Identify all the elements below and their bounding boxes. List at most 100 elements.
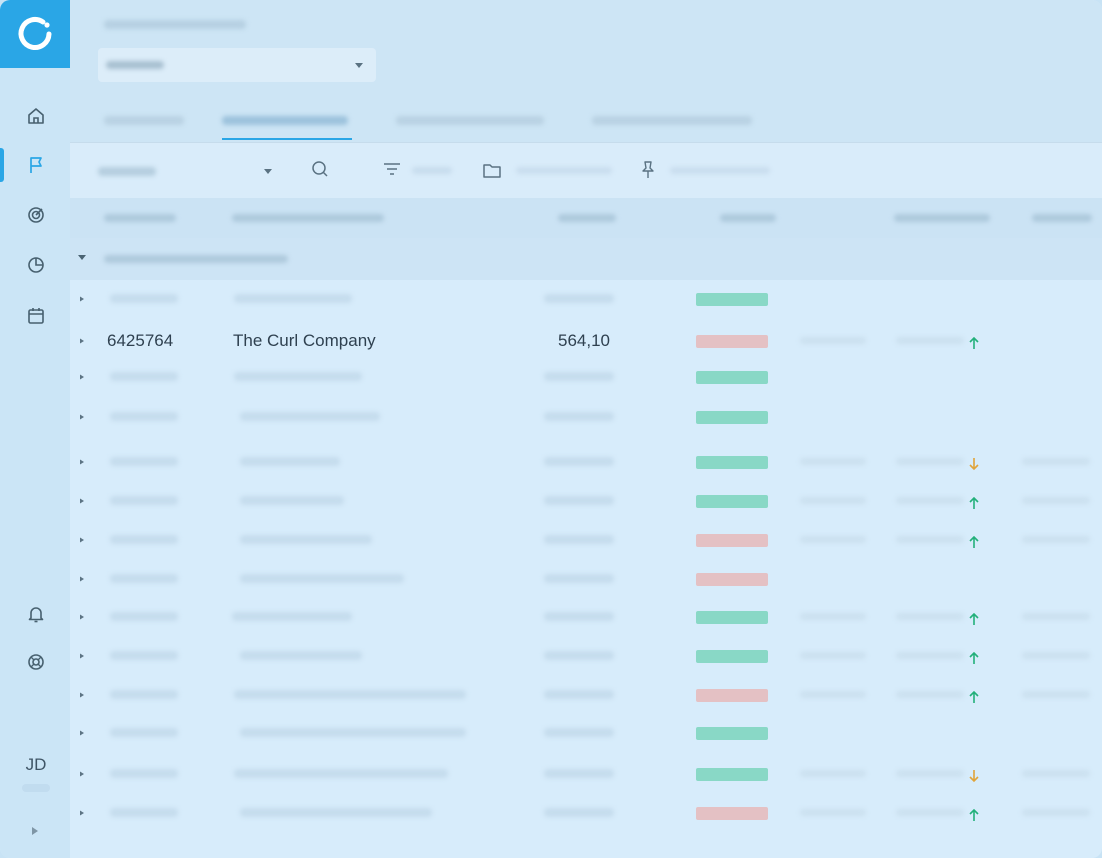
column-header[interactable] [104,214,176,222]
expand-row-icon[interactable] [79,497,85,505]
expand-row-icon[interactable] [79,770,85,778]
table-row[interactable] [70,280,1102,316]
row-name-placeholder [234,294,352,303]
expand-row-icon[interactable] [79,691,85,699]
page-title [104,20,246,29]
status-bar [696,495,768,508]
view-selector[interactable] [98,48,376,82]
expand-sidebar-button[interactable] [30,826,40,836]
tab-1[interactable] [104,106,184,142]
column-header[interactable] [1032,214,1092,222]
table-row[interactable] [70,358,1102,394]
table-row[interactable] [70,398,1102,434]
expand-row-icon[interactable] [79,373,85,381]
help-button[interactable] [20,646,52,678]
app-logo[interactable] [0,0,70,68]
row-name-placeholder [234,769,448,778]
status-bar [696,727,768,740]
sidebar-item-calendar[interactable] [20,300,52,332]
notifications-button[interactable] [20,598,52,630]
table-row[interactable] [70,482,1102,518]
column-header[interactable] [894,214,990,222]
table-row[interactable] [70,560,1102,596]
row-id-placeholder [110,496,178,505]
pin-icon [642,161,654,178]
sidebar: JD [0,0,70,858]
tab-3-label [396,116,544,125]
row-value-placeholder [896,770,964,777]
caret-down-icon[interactable] [77,252,87,262]
expand-row-icon[interactable] [79,729,85,737]
arrow-up-icon [969,496,979,509]
expand-row-icon[interactable] [79,536,85,544]
status-bar [696,650,768,663]
row-value-placeholder [896,536,964,543]
column-header[interactable] [720,214,776,222]
sidebar-item-home[interactable] [20,100,52,132]
row-value-placeholder [800,458,866,465]
sidebar-item-target[interactable] [20,199,52,231]
logo-icon [18,17,52,50]
filter-select[interactable] [94,159,276,183]
table-row[interactable] [70,598,1102,634]
search-button[interactable] [310,159,330,179]
column-header[interactable] [558,214,616,222]
tab-2[interactable] [222,106,352,142]
table-row[interactable] [70,794,1102,830]
folder-button[interactable] [482,160,502,180]
arrow-down-icon [969,770,979,783]
group-row[interactable] [70,238,1102,280]
filter-button[interactable] [382,159,402,179]
group-row-label [104,255,288,263]
table-row[interactable] [70,676,1102,712]
row-extra-placeholder [1022,809,1090,816]
row-value-placeholder [800,536,866,543]
row-id-placeholder [110,728,178,737]
arrow-up-icon [969,336,979,349]
tab-4-label [592,116,752,125]
sidebar-item-flag[interactable] [20,149,52,181]
tab-4[interactable] [592,106,752,142]
row-amount-placeholder [544,574,614,583]
row-name-placeholder [240,651,362,660]
expand-row-icon[interactable] [79,575,85,583]
status-bar [696,411,768,424]
row-value-placeholder [896,458,964,465]
user-avatar[interactable]: JD [16,755,56,779]
row-amount-placeholder [544,457,614,466]
expand-row-icon[interactable] [79,458,85,466]
expand-row-icon[interactable] [79,337,85,345]
row-value-placeholder [800,770,866,777]
table-row[interactable] [70,637,1102,673]
arrow-up-icon [969,651,979,664]
row-extra-placeholder [1022,770,1090,777]
lifebuoy-icon [28,654,44,670]
row-amount: 564,10 [558,331,610,350]
row-name-placeholder [240,535,372,544]
row-id-placeholder [110,535,178,544]
expand-row-icon[interactable] [79,809,85,817]
table-row[interactable] [70,755,1102,791]
sidebar-item-reports[interactable] [20,249,52,281]
row-value-placeholder [800,613,866,620]
filter-icon [384,163,400,175]
expand-row-icon[interactable] [79,295,85,303]
pin-button[interactable] [638,160,658,180]
table-header [70,198,1102,238]
row-extra-placeholder [1022,691,1090,698]
expand-row-icon[interactable] [79,652,85,660]
row-amount-placeholder [544,496,614,505]
expand-row-icon[interactable] [79,413,85,421]
avatar-subtitle [22,784,50,792]
table-row[interactable] [70,521,1102,557]
tab-3[interactable] [396,106,546,142]
expand-row-icon[interactable] [79,613,85,621]
row-amount-placeholder [544,294,614,303]
row-name-placeholder [240,808,432,817]
table-row[interactable] [70,443,1102,479]
calendar-icon [28,308,44,324]
table-row[interactable] [70,714,1102,750]
column-header[interactable] [232,214,384,222]
row-name-placeholder [232,612,352,621]
tab-1-label [104,116,184,125]
